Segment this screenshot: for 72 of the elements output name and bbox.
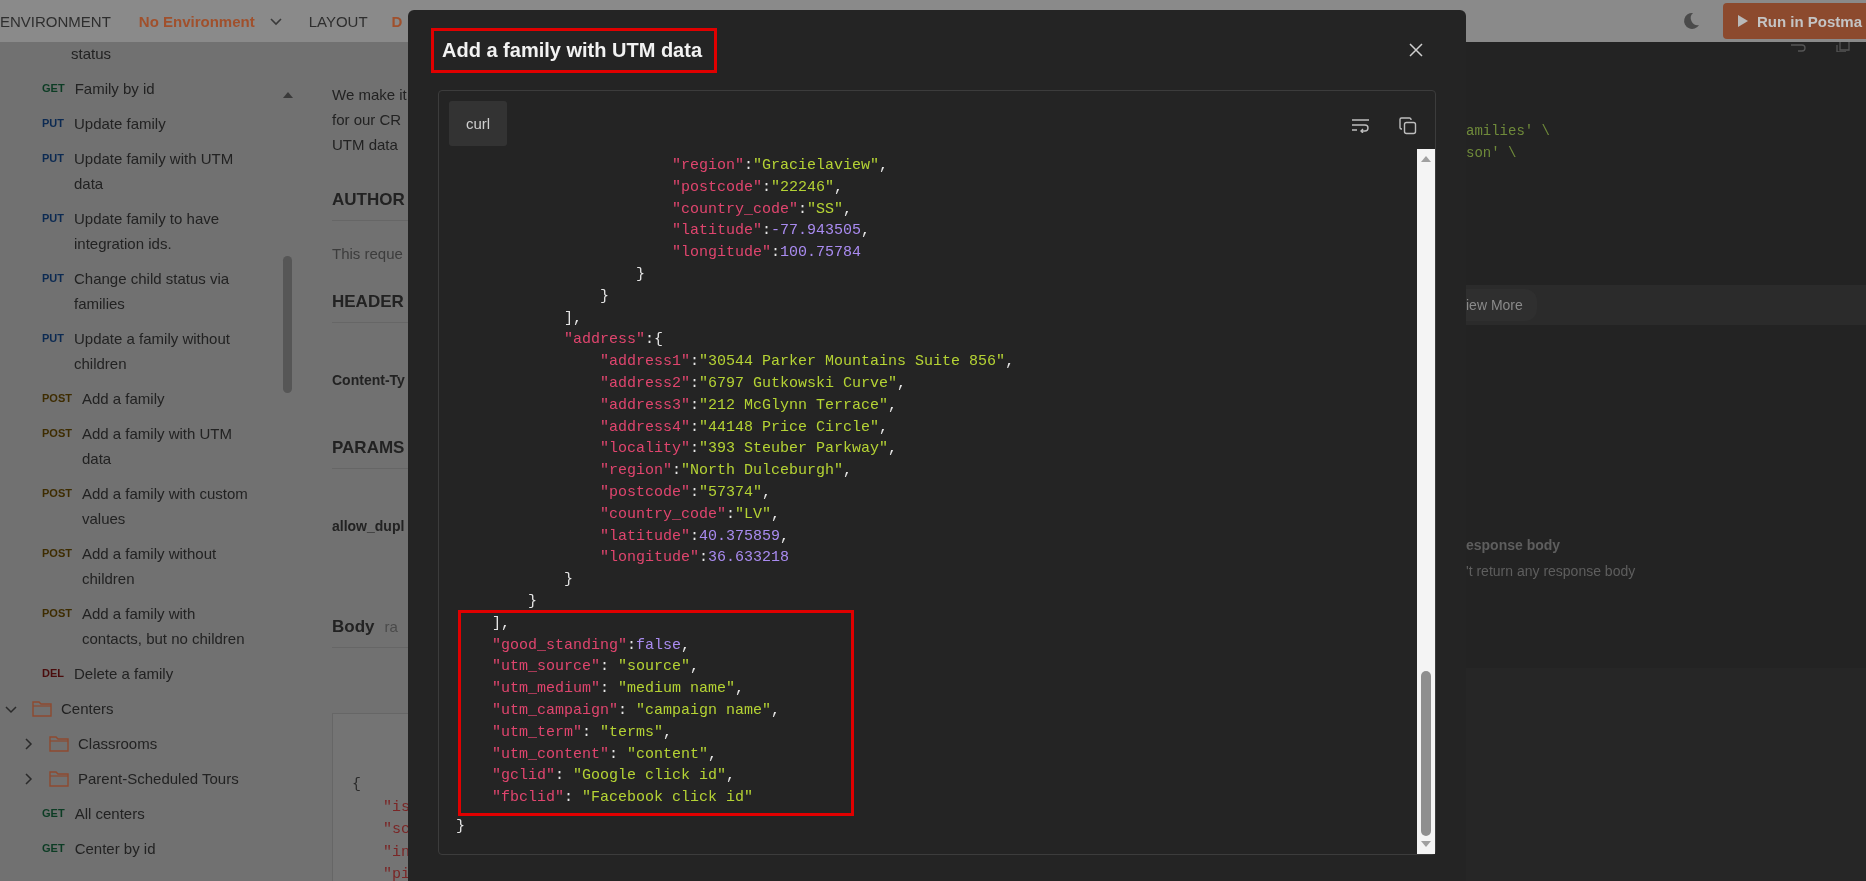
request-item[interactable]: DEL Delete a family	[0, 656, 275, 691]
scroll-up-icon[interactable]	[1420, 155, 1432, 163]
code-line: "country_code":"LV",	[599, 504, 781, 525]
request-item[interactable]: POST Add a family with UTM data	[0, 416, 275, 476]
code-line: "utm_campaign": "campaign name",	[491, 700, 781, 721]
request-item[interactable]: PUT Change child status via families	[0, 261, 275, 321]
moon-icon[interactable]	[1681, 11, 1701, 31]
request-item[interactable]: POST Add a family without children	[0, 536, 275, 596]
request-item[interactable]: GET Family by id	[0, 71, 275, 106]
code-line: "longitude":36.633218	[599, 548, 790, 569]
code-line: "utm_medium": "medium name",	[491, 679, 745, 700]
code-line: "longitude":100.75784	[671, 243, 862, 264]
code-line: "region":"North Dulceburgh",	[599, 461, 853, 482]
code-line: "utm_source": "source",	[491, 657, 700, 678]
code-line: "postcode":"57374",	[599, 482, 772, 503]
play-icon	[1737, 14, 1749, 28]
code-line: "gclid": "Google click id",	[491, 766, 736, 787]
scroll-up-icon[interactable]	[281, 91, 294, 99]
request-item[interactable]: GET All centers	[0, 796, 275, 831]
request-item[interactable]: POST Add a family	[0, 381, 275, 416]
folder-item[interactable]: Classrooms	[0, 726, 275, 761]
code-line: }	[563, 570, 574, 591]
environment-label: ENVIRONMENT	[0, 12, 111, 30]
code-line: "postcode":"22246",	[671, 177, 844, 198]
run-in-postman-button[interactable]: Run in Postma	[1723, 3, 1866, 39]
dialog-title: Add a family with UTM data	[431, 27, 718, 73]
scroll-down-icon[interactable]	[1420, 840, 1432, 848]
request-item[interactable]: POST Add a family with contacts, but no children	[0, 596, 275, 656]
code-line: "good_standing":false,	[491, 635, 691, 656]
code-line: "address":{	[563, 330, 664, 351]
request-item[interactable]: POST Add a family with custom values	[0, 476, 275, 536]
code-line: "locality":"393 Steuber Parkway",	[599, 439, 898, 460]
code-line: ],	[491, 613, 510, 634]
code-line: "utm_term": "terms",	[491, 722, 673, 743]
folder-item[interactable]: Centers	[0, 691, 275, 726]
wrap-icon[interactable]	[1351, 117, 1371, 133]
copy-icon[interactable]	[1399, 117, 1417, 135]
code-line: "latitude":-77.943505,	[671, 221, 871, 242]
view-more-button[interactable]: iew More	[1466, 289, 1537, 321]
request-item[interactable]: PUT Update family to have integration ids.	[0, 201, 275, 261]
scrollbar-thumb[interactable]	[1421, 671, 1431, 836]
scrollbar-thumb[interactable]	[283, 256, 292, 393]
code-line: ],	[563, 308, 583, 329]
intro-paragraph: We make it for our CR UTM data	[332, 85, 408, 155]
code-line: "address1":"30544 Parker Mountains Suite 856",	[599, 352, 1015, 373]
code-line: }	[635, 265, 646, 285]
code-line: "country_code":"SS",	[671, 199, 853, 220]
code-line: }	[456, 816, 465, 837]
code-line: "address3":"212 McGlynn Terrace",	[599, 395, 898, 416]
request-label[interactable]: status	[71, 41, 112, 66]
code-line: "utm_content": "content",	[491, 744, 718, 765]
request-item[interactable]: PUT Update family	[0, 106, 275, 141]
code-line: "latitude":40.375859,	[599, 526, 790, 547]
folder-icon	[32, 700, 52, 717]
folder-icon	[49, 735, 69, 752]
code-line: "fbclid": "Facebook click id"	[491, 788, 754, 809]
request-item[interactable]: PUT Update a family without children	[0, 321, 275, 381]
header-key: Content-Ty	[332, 372, 408, 388]
request-item[interactable]: GET Center by id	[0, 831, 275, 866]
folder-icon	[49, 770, 69, 787]
code-line: "region":"Gracielaview",	[671, 156, 889, 176]
layout-label: LAYOUT	[308, 12, 368, 30]
code-line: "address2":"6797 Gutkowski Curve",	[599, 373, 907, 394]
section-heading: Body	[332, 617, 375, 637]
code-line: }	[599, 286, 610, 307]
request-item[interactable]: PUT Update family with UTM data	[0, 141, 275, 201]
folder-item[interactable]: Parent-Scheduled Tours	[0, 761, 275, 796]
close-icon[interactable]	[1408, 42, 1424, 58]
code-line: }	[527, 591, 537, 612]
param-key: allow_dupl	[332, 518, 408, 534]
curl-tab[interactable]: curl	[449, 101, 507, 146]
code-line: "address4":"44148 Price Circle",	[599, 417, 889, 438]
